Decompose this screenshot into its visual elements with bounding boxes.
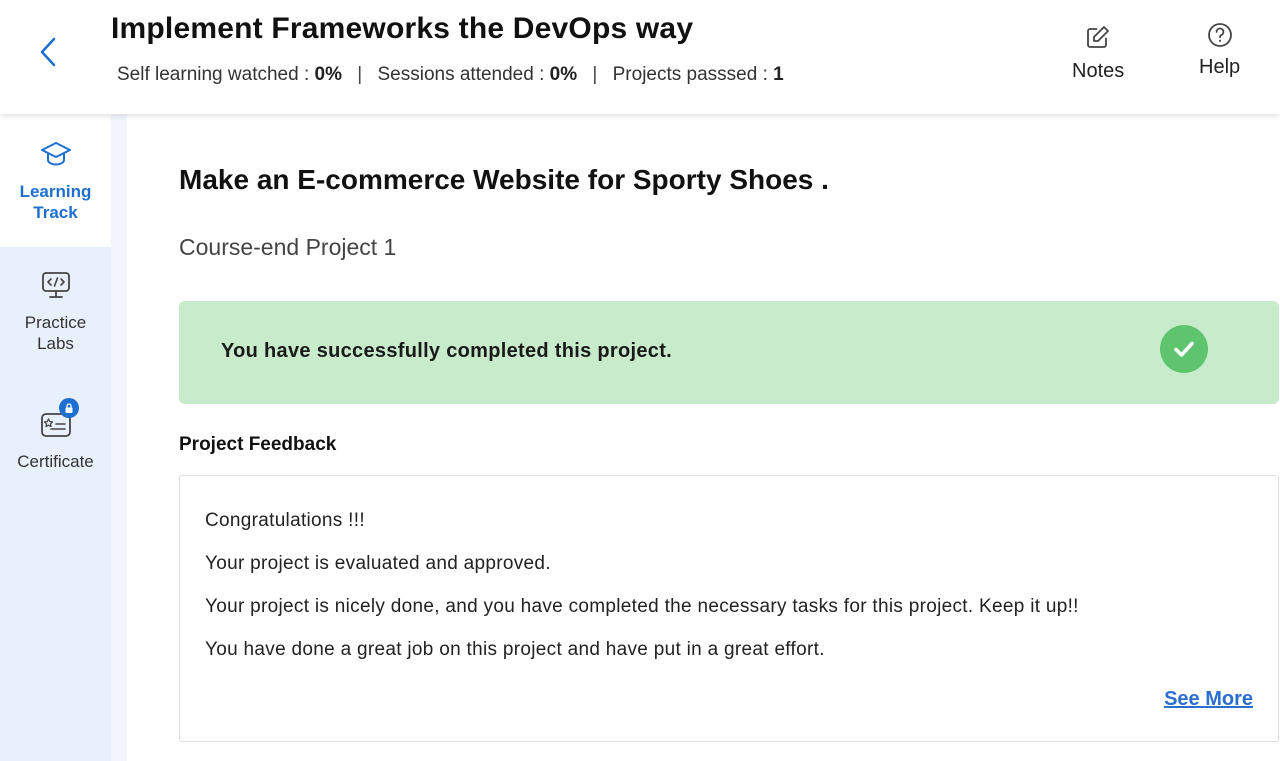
sidebar-item-practice-labs[interactable]: Practice Labs — [0, 269, 111, 354]
header: Implement Frameworks the DevOps way Self… — [0, 0, 1280, 114]
notes-label: Notes — [1072, 60, 1125, 82]
feedback-line: Your project is nicely done, and you hav… — [205, 596, 1079, 617]
sidebar: Learning Track Practice Labs Certificate — [0, 114, 111, 761]
sidebar-item-certificate[interactable]: Certificate — [0, 398, 111, 472]
feedback-line: You have done a great job on this projec… — [205, 639, 825, 660]
progress-stats: Self learning watched : 0% | Sessions at… — [117, 64, 784, 86]
stats-separator: | — [592, 64, 598, 85]
projects-label: Projects passsed : — [612, 64, 774, 85]
feedback-heading: Project Feedback — [179, 434, 337, 455]
project-title: Make an E-commerce Website for Sporty Sh… — [179, 164, 829, 195]
help-circle-icon — [1207, 23, 1232, 47]
stats-separator: | — [357, 64, 363, 85]
success-message: You have successfully completed this pro… — [221, 340, 673, 362]
help-button[interactable]: Help — [1199, 22, 1240, 79]
code-monitor-icon — [40, 269, 72, 306]
sidebar-divider — [111, 114, 127, 761]
self-learning-value: 0% — [314, 64, 342, 85]
graduation-cap-icon — [40, 138, 72, 175]
sessions-label: Sessions attended : — [377, 64, 550, 85]
self-learning-label: Self learning watched : — [117, 64, 315, 85]
sessions-value: 0% — [549, 64, 578, 85]
feedback-line: Your project is evaluated and approved. — [205, 553, 551, 574]
main-content: Make an E-commerce Website for Sporty Sh… — [127, 114, 1280, 761]
see-more-link[interactable]: See More — [1164, 688, 1253, 711]
sidebar-item-learning-track[interactable]: Learning Track — [0, 114, 111, 247]
pencil-edit-icon — [1087, 26, 1110, 48]
check-circle-icon — [1160, 325, 1208, 373]
success-banner: You have successfully completed this pro… — [179, 301, 1279, 404]
help-label: Help — [1199, 56, 1241, 78]
lock-icon — [58, 398, 79, 418]
projects-value: 1 — [773, 64, 784, 85]
sidebar-item-label: Learning Track — [19, 182, 92, 222]
feedback-line: Congratulations !!! — [205, 510, 365, 531]
sidebar-item-label: Practice Labs — [24, 313, 87, 353]
project-subtitle: Course-end Project 1 — [179, 234, 397, 260]
notes-button[interactable]: Notes — [1072, 24, 1124, 83]
back-button[interactable] — [30, 30, 66, 74]
sidebar-item-label: Certificate — [17, 452, 94, 471]
feedback-panel: Congratulations !!! Your project is eval… — [179, 475, 1279, 742]
course-title: Implement Frameworks the DevOps way — [111, 12, 694, 45]
chevron-left-icon — [40, 37, 56, 67]
certificate-icon — [39, 398, 79, 445]
